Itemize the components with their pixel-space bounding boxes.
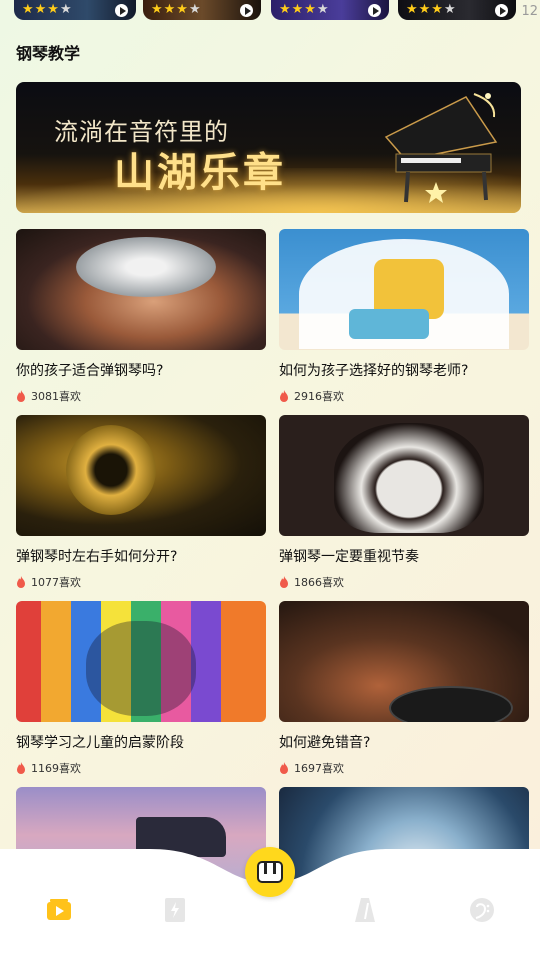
flame-icon — [280, 390, 288, 402]
article-card[interactable]: 弹钢琴时左右手如何分开? 1077喜欢 — [16, 415, 266, 590]
article-thumbnail[interactable] — [279, 415, 529, 536]
bass-clef-icon[interactable] — [469, 897, 495, 923]
flame-icon — [17, 390, 25, 402]
piano-center-button[interactable] — [245, 847, 295, 897]
play-icon[interactable] — [495, 4, 508, 17]
likes-text: 1697喜欢 — [294, 762, 344, 775]
top-card-strip: ★★★★ ★★★★ ★★★★ ★★★★ — [0, 0, 540, 22]
piano-icon — [257, 861, 283, 883]
article-title: 如何为孩子选择好的钢琴老师? — [279, 363, 469, 379]
article-card[interactable]: 如何为孩子选择好的钢琴老师? 2916喜欢 — [279, 229, 529, 404]
article-card[interactable]: 你的孩子适合弹钢琴吗? 3081喜欢 — [16, 229, 266, 404]
metronome-icon[interactable] — [352, 897, 378, 923]
article-card[interactable]: 钢琴学习之儿童的启蒙阶段 1169喜欢 — [16, 601, 266, 776]
likes-text: 2916喜欢 — [294, 390, 344, 403]
likes-text: 1077喜欢 — [31, 576, 81, 589]
top-card-2[interactable]: ★★★★ — [143, 0, 261, 20]
top-card-4[interactable]: ★★★★ — [398, 0, 516, 20]
article-thumbnail[interactable] — [16, 601, 266, 722]
article-thumbnail[interactable] — [279, 229, 529, 350]
rating-stars: ★★★★ — [22, 2, 73, 17]
top-card-1[interactable]: ★★★★ — [14, 0, 136, 20]
flame-icon — [17, 576, 25, 588]
top-card-3[interactable]: ★★★★ — [271, 0, 389, 20]
video-icon[interactable] — [46, 897, 72, 923]
section-title: 钢琴教学 — [16, 44, 81, 63]
hair-shape — [76, 237, 216, 297]
grand-piano-illustration — [384, 93, 498, 203]
play-icon[interactable] — [240, 4, 253, 17]
article-thumbnail[interactable] — [279, 601, 529, 722]
rating-stars: ★★★★ — [151, 2, 202, 17]
article-title: 弹钢琴一定要重视节奏 — [279, 549, 419, 565]
flame-icon — [17, 762, 25, 774]
play-icon[interactable] — [368, 4, 381, 17]
likes-count: 1169喜欢 — [16, 760, 266, 776]
likes-count: 2916喜欢 — [279, 388, 529, 404]
figure-shorts — [349, 309, 429, 339]
article-card[interactable]: 弹钢琴一定要重视节奏 1866喜欢 — [279, 415, 529, 590]
likes-text: 1866喜欢 — [294, 576, 344, 589]
article-title: 如何避免错音? — [279, 735, 371, 751]
article-thumbnail[interactable] — [16, 415, 266, 536]
play-icon[interactable] — [115, 4, 128, 17]
likes-count: 1697喜欢 — [279, 760, 529, 776]
likes-text: 1169喜欢 — [31, 762, 81, 775]
flame-icon — [280, 576, 288, 588]
status-clock: 12 — [521, 4, 538, 19]
banner-line2: 山湖乐章 — [114, 149, 286, 196]
likes-count: 1866喜欢 — [279, 574, 529, 590]
likes-count: 3081喜欢 — [16, 388, 266, 404]
likes-count: 1077喜欢 — [16, 574, 266, 590]
likes-text: 3081喜欢 — [31, 390, 81, 403]
article-title: 钢琴学习之儿童的启蒙阶段 — [16, 735, 184, 751]
gramophone-horn — [66, 425, 156, 515]
flame-icon — [280, 762, 288, 774]
article-thumbnail[interactable] — [16, 229, 266, 350]
vinyl-record — [389, 686, 513, 722]
promo-banner[interactable]: 流淌在音符里的 山湖乐章 — [16, 82, 521, 213]
portrait-shape — [334, 423, 484, 533]
portrait-silhouette — [86, 621, 196, 716]
article-card[interactable]: 如何避免错音? 1697喜欢 — [279, 601, 529, 776]
rating-stars: ★★★★ — [406, 2, 457, 17]
article-title: 你的孩子适合弹钢琴吗? — [16, 363, 164, 379]
rating-stars: ★★★★ — [279, 2, 330, 17]
article-title: 弹钢琴时左右手如何分开? — [16, 549, 178, 565]
book-icon[interactable] — [162, 897, 188, 923]
